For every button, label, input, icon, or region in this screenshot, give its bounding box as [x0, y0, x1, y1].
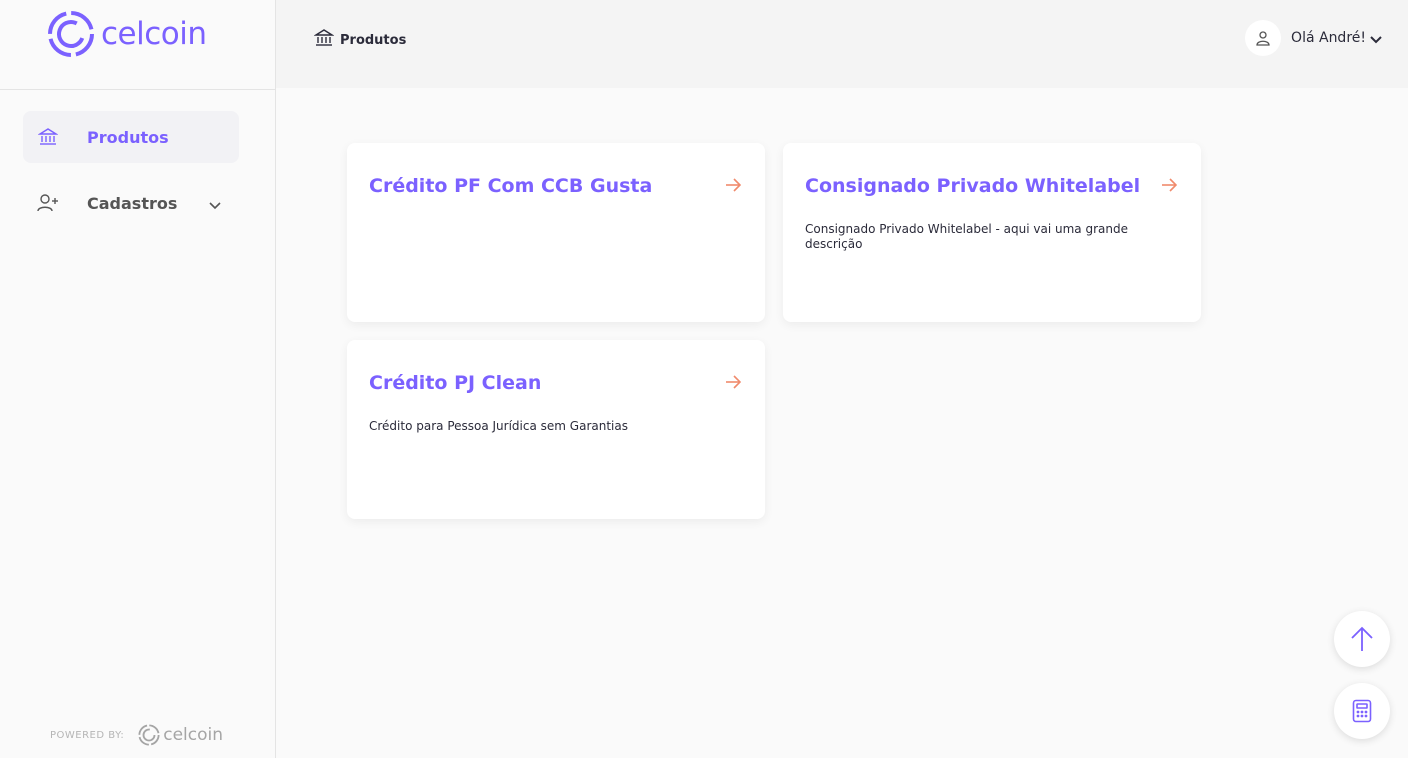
brand-logo[interactable]: celcoin — [47, 10, 207, 58]
user-menu[interactable]: Olá André! — [1245, 20, 1382, 56]
topbar: Produtos Olá André! — [276, 0, 1408, 88]
product-card[interactable]: Crédito PJ Clean Crédito para Pessoa Jur… — [347, 340, 765, 519]
avatar[interactable] — [1245, 20, 1282, 56]
scroll-top-button[interactable] — [1334, 611, 1390, 667]
arrow-right-icon[interactable] — [725, 177, 742, 196]
calculator-button[interactable] — [1334, 683, 1390, 739]
user-greeting: Olá André! — [1291, 30, 1366, 46]
powered-by-logo: celcoin — [138, 724, 223, 746]
celcoin-logo-icon — [48, 11, 94, 57]
calculator-icon — [1352, 699, 1372, 723]
arrow-up-icon — [1351, 626, 1373, 651]
product-card-title: Crédito PJ Clean — [369, 372, 542, 394]
add-user-icon — [37, 192, 59, 214]
bank-icon — [313, 28, 335, 52]
breadcrumb-label: Produtos — [340, 32, 407, 48]
sidebar: celcoin Produtos Cadastros POWERED BY: c… — [0, 0, 276, 758]
product-card-description: Crédito para Pessoa Jurídica sem Garanti… — [369, 419, 628, 433]
product-card[interactable]: Consignado Privado Whitelabel Consignado… — [783, 143, 1201, 322]
celcoin-logo-icon — [138, 724, 160, 746]
powered-by-label: POWERED BY: — [50, 729, 125, 741]
product-card-title: Crédito PF Com CCB Gusta — [369, 175, 653, 197]
sidebar-item-label: Cadastros — [87, 193, 178, 213]
product-card-description: Consignado Privado Whitelabel - aqui vai… — [805, 222, 1128, 251]
product-card-title: Consignado Privado Whitelabel — [805, 175, 1141, 197]
powered-by: POWERED BY: celcoin — [50, 724, 223, 746]
sidebar-nav: Produtos Cadastros — [23, 111, 239, 243]
powered-by-logo-text: celcoin — [163, 725, 223, 745]
sidebar-item-produtos[interactable]: Produtos — [23, 111, 239, 163]
brand-name: celcoin — [101, 16, 207, 52]
arrow-right-icon[interactable] — [1161, 177, 1178, 196]
bank-icon — [37, 126, 59, 148]
sidebar-item-cadastros[interactable]: Cadastros — [23, 177, 239, 229]
breadcrumb: Produtos — [313, 28, 407, 52]
product-card[interactable]: Crédito PF Com CCB Gusta — [347, 143, 765, 322]
user-icon — [1256, 31, 1270, 46]
chevron-down-icon[interactable] — [1370, 29, 1382, 48]
chevron-down-icon[interactable] — [209, 195, 221, 214]
arrow-right-icon[interactable] — [725, 374, 742, 393]
logo-area: celcoin — [0, 0, 275, 90]
sidebar-item-label: Produtos — [87, 127, 169, 147]
